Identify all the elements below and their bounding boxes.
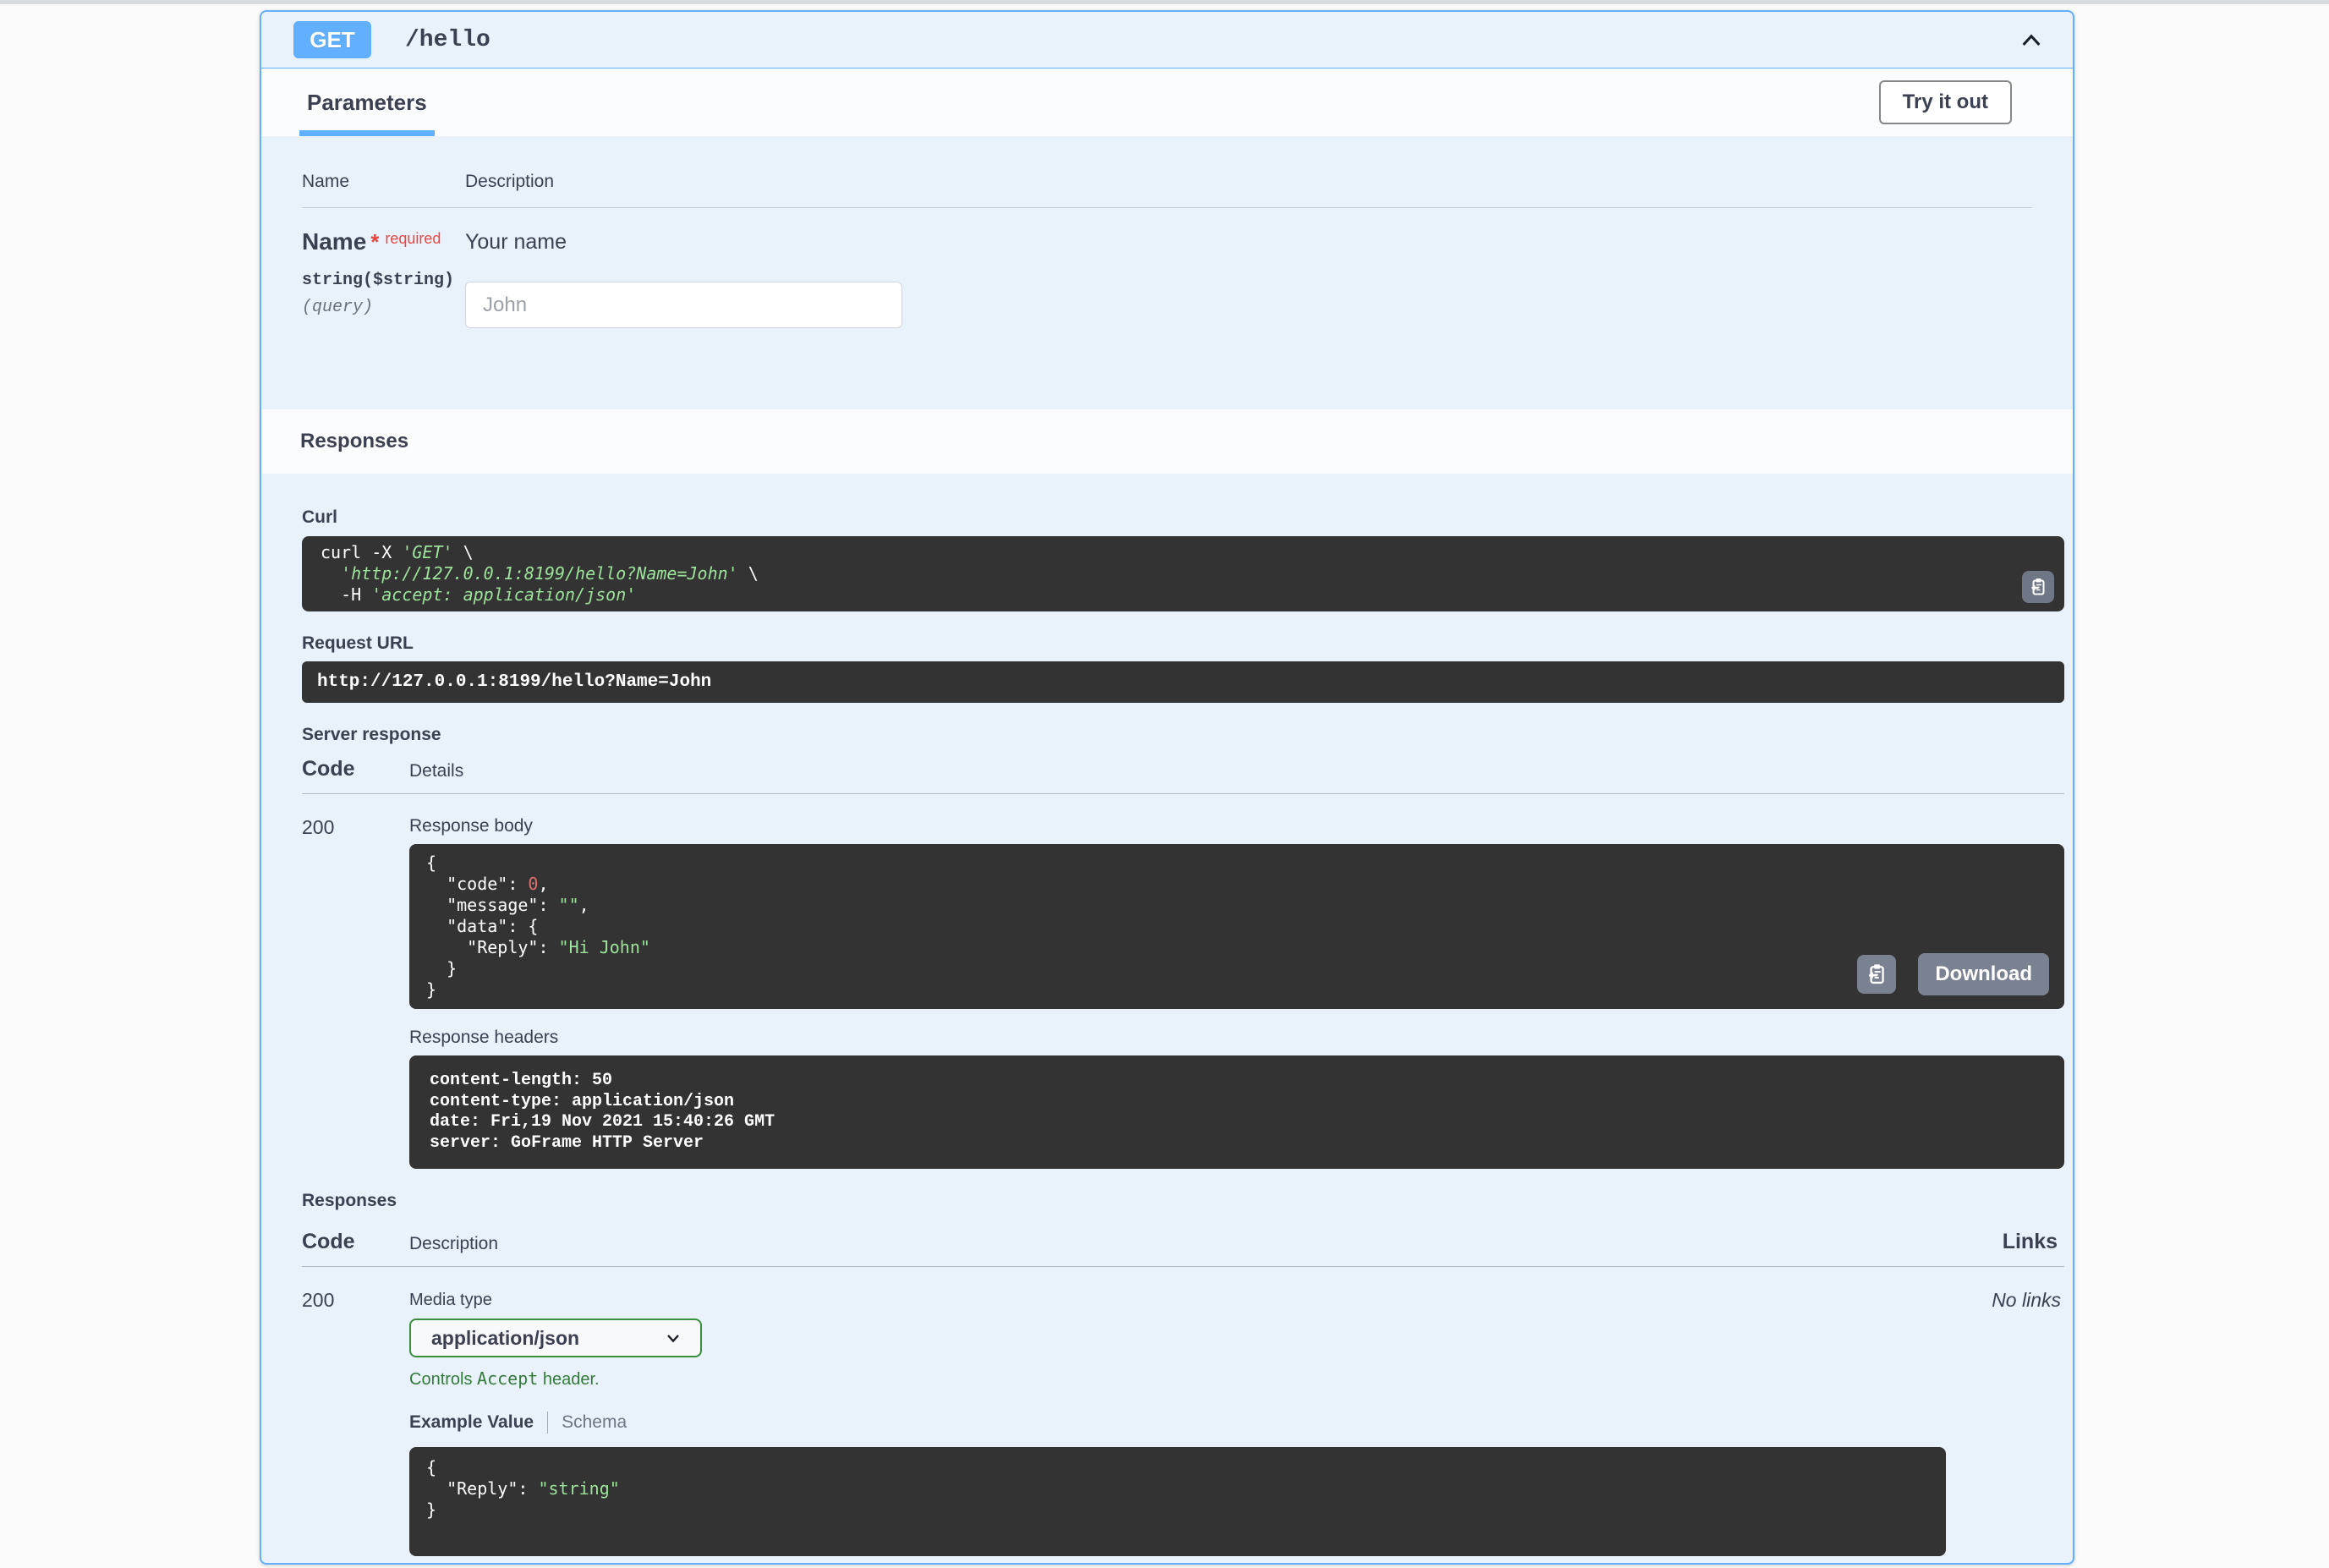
server-response-label: Server response: [302, 725, 2064, 745]
col-header-description: Description: [465, 172, 2032, 192]
response-body-wrap: { "code": 0, "message": "", "data": { "R…: [409, 844, 2064, 1009]
copy-response-button[interactable]: [1857, 955, 1896, 994]
documented-response-row: 200 Media type application/json Controls…: [302, 1267, 2064, 1556]
server-response-row: 200 Response body { "code": 0, "message"…: [302, 794, 2064, 1169]
tab-parameters-label: Parameters: [307, 90, 427, 116]
documented-response-description: Media type application/json Controls Acc…: [409, 1289, 1946, 1556]
response-body-actions: Download: [1857, 953, 2049, 995]
method-badge: GET: [293, 21, 371, 58]
col-header-links: Links: [1946, 1230, 2064, 1254]
col-header-details: Details: [409, 761, 2064, 781]
response-body-json: { "code": 0, "message": "", "data": { "R…: [409, 844, 2064, 1009]
example-value-json: { "Reply": "string"}: [409, 1447, 1946, 1556]
download-button[interactable]: Download: [1918, 953, 2049, 995]
endpoint-path: /hello: [405, 27, 490, 53]
response-headers-label: Response headers: [409, 1028, 2064, 1048]
opblock-get-hello: GET /hello Parameters Try it out Name De…: [260, 10, 2074, 1565]
parameter-description-cell: Your name: [465, 228, 2032, 328]
parameter-value-input[interactable]: [465, 282, 902, 328]
parameters-table-header: Name Description: [302, 172, 2032, 208]
media-type-select[interactable]: application/json: [409, 1319, 702, 1357]
clipboard-copy-icon: [1865, 962, 1888, 986]
media-type-label: Media type: [409, 1291, 1946, 1310]
tab-separator: [547, 1412, 548, 1434]
parameter-description: Your name: [465, 230, 2032, 255]
top-divider: [0, 0, 2329, 4]
hint-code: Accept: [477, 1368, 538, 1389]
links-value: No links: [1946, 1289, 2064, 1556]
chevron-down-icon: [663, 1328, 683, 1348]
try-it-out-button[interactable]: Try it out: [1879, 80, 2012, 124]
server-response-details: Response body { "code": 0, "message": ""…: [409, 816, 2064, 1169]
parameter-type: string($string): [302, 271, 465, 290]
status-code: 200: [302, 1289, 409, 1556]
responses-section-header: Responses: [261, 409, 2073, 474]
curl-label: Curl: [302, 507, 2064, 528]
hint-prefix: Controls: [409, 1370, 477, 1389]
parameter-meta: Name* required string($string) (query): [302, 228, 465, 328]
media-type-selected-value: application/json: [431, 1327, 579, 1350]
collapse-button[interactable]: [2008, 21, 2054, 58]
responses-table-header: Code Description Links: [302, 1230, 2064, 1254]
parameter-name-line: Name* required: [302, 228, 465, 255]
response-body-label: Response body: [409, 816, 2064, 836]
request-url-label: Request URL: [302, 633, 2064, 654]
responses-table-label: Responses: [302, 1191, 2064, 1211]
col-header-description: Description: [409, 1234, 1946, 1254]
clipboard-copy-icon: [2028, 577, 2048, 597]
col-header-code: Code: [302, 757, 409, 781]
responses-content: Curl curl -X 'GET' \ 'http://127.0.0.1:8…: [261, 474, 2073, 1563]
copy-curl-button[interactable]: [2022, 571, 2054, 603]
example-schema-tabs: Example Value Schema: [409, 1412, 1946, 1434]
required-asterisk: *: [370, 229, 379, 255]
hint-suffix: header.: [538, 1370, 599, 1389]
chevron-up-icon: [2017, 25, 2046, 54]
required-label: required: [385, 230, 441, 247]
tab-parameters[interactable]: Parameters: [299, 69, 435, 136]
curl-command: curl -X 'GET' \ 'http://127.0.0.1:8199/h…: [302, 536, 2064, 611]
responses-section-title: Responses: [300, 430, 408, 453]
request-url-value: http://127.0.0.1:8199/hello?Name=John: [302, 661, 2064, 703]
col-header-code: Code: [302, 1230, 409, 1254]
parameters-section: Name Description Name*required string($s…: [261, 136, 2073, 409]
status-code: 200: [302, 816, 409, 1169]
parameter-row: Name* required string($string) (query) Yo…: [302, 208, 2032, 328]
opblock-summary[interactable]: GET /hello: [261, 12, 2073, 69]
col-header-name: Name: [302, 172, 465, 192]
response-headers-value: content-length: 50 content-type: applica…: [409, 1055, 2064, 1169]
curl-block-wrap: curl -X 'GET' \ 'http://127.0.0.1:8199/h…: [302, 536, 2064, 611]
server-response-table-header: Code Details: [302, 757, 2064, 781]
parameters-header-row: Parameters Try it out: [261, 69, 2073, 136]
accept-header-hint: Controls Accept header.: [409, 1368, 1946, 1390]
example-value-wrap: { "Reply": "string"}: [409, 1447, 1946, 1556]
parameter-name: Name: [302, 228, 366, 255]
tab-schema[interactable]: Schema: [562, 1412, 627, 1433]
tab-example-value[interactable]: Example Value: [409, 1412, 534, 1433]
parameter-location: (query): [302, 298, 465, 317]
